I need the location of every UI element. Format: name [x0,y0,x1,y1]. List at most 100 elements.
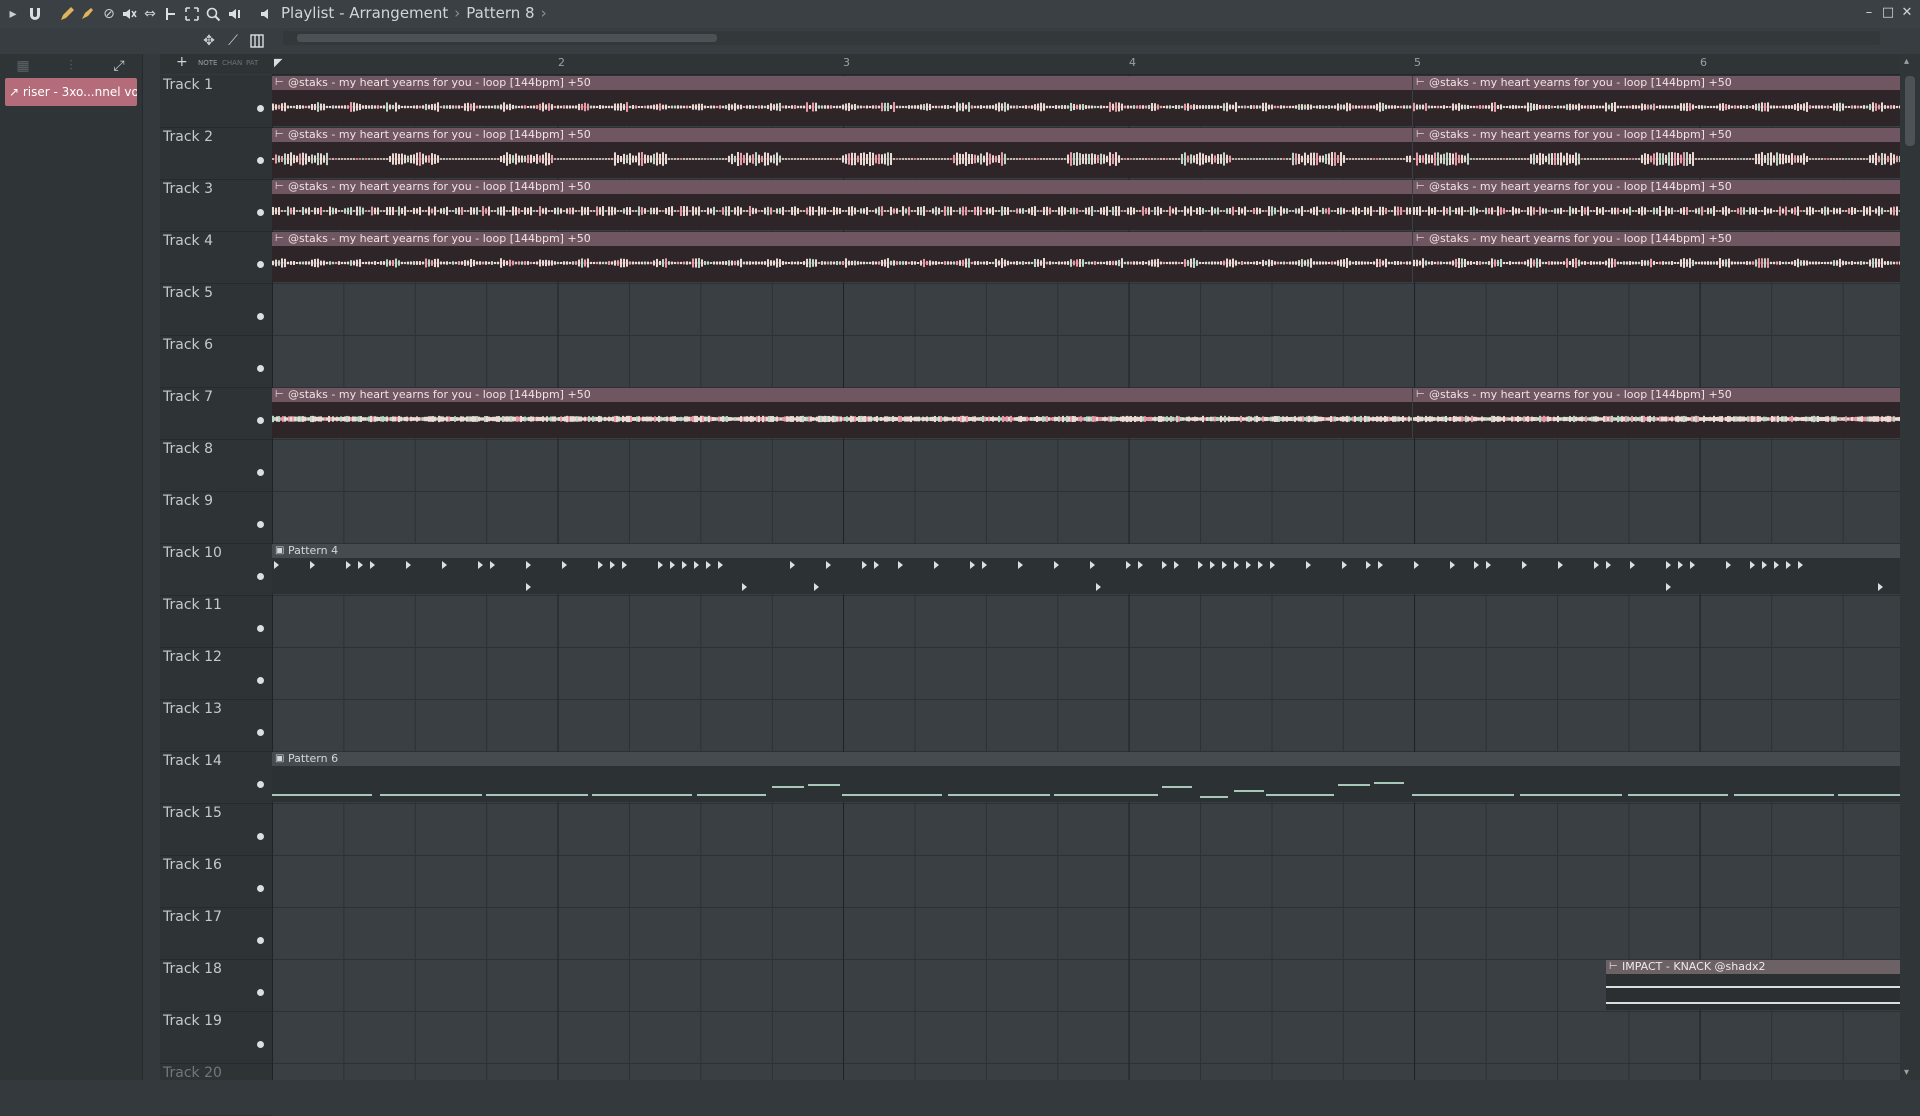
draw-icon[interactable]: ⟋ [224,32,242,50]
tab-note[interactable]: NOTE [198,59,217,67]
clip-menu-icon[interactable]: ⊢ [1416,76,1425,90]
track-enable-dot[interactable] [257,1041,264,1048]
clip-menu-icon[interactable]: ⊢ [275,76,284,90]
track-enable-dot[interactable] [257,729,264,736]
clip-menu-icon[interactable]: ⊢ [1416,388,1425,402]
scroll-up-icon[interactable]: ▴ [1904,56,1909,67]
delete-icon[interactable]: ⊘ [100,5,118,23]
mute-icon[interactable] [120,5,138,23]
clip-menu-icon[interactable]: ⊢ [1416,180,1425,194]
grid-icon[interactable]: ▦ [14,57,32,75]
track-header[interactable]: Track 12 [160,647,272,700]
vertical-scroll-thumb[interactable] [1905,76,1915,146]
clip-menu-icon[interactable]: ⊢ [1416,232,1425,246]
track-header[interactable]: Track 18 [160,959,272,1012]
audio-clip[interactable]: ⊢ @staks - my heart yearns for you - loop… [272,76,1412,126]
track-enable-dot[interactable] [257,313,264,320]
pattern-icon[interactable]: ▣ [275,752,284,766]
track-enable-dot[interactable] [257,157,264,164]
track-enable-dot[interactable] [257,521,264,528]
tab-chan[interactable]: CHAN [222,59,242,67]
track-enable-dot[interactable] [257,625,264,632]
paint-brush-icon[interactable] [78,5,96,23]
track-header[interactable]: Track 2 [160,127,272,180]
track-header[interactable]: Track 16 [160,855,272,908]
track-enable-dot[interactable] [257,105,264,112]
magnet-icon[interactable] [26,5,44,23]
horizontal-scroll-thumb[interactable] [297,34,717,42]
track-header[interactable]: Track 10 [160,543,272,596]
track-header[interactable]: Track 15 [160,803,272,856]
slice-icon[interactable] [162,5,180,23]
track-header[interactable]: Track 20 [160,1063,272,1116]
track-enable-dot[interactable] [257,885,264,892]
track-header[interactable]: Track 19 [160,1011,272,1064]
track-header[interactable]: Track 17 [160,907,272,960]
track-header[interactable]: Track 1 [160,75,272,128]
automation-clip-item[interactable]: ↗ riser - 3xo...nnel volume [5,78,137,106]
playhead-marker-icon[interactable]: ◤ [274,56,282,69]
timeline-ruler[interactable]: ◤ 2 3 4 5 6 [272,54,1900,75]
track-header[interactable]: Track 6 [160,335,272,388]
audio-clip[interactable]: ⊢ @staks - my heart yearns for you - loop… [272,388,1412,438]
automation-icon[interactable]: ⤢ [110,57,128,75]
track-enable-dot[interactable] [257,469,264,476]
track-header[interactable]: Track 5 [160,283,272,336]
track-enable-dot[interactable] [257,365,264,372]
clip-menu-icon[interactable]: ⊢ [275,128,284,142]
track-enable-dot[interactable] [257,573,264,580]
track-enable-dot[interactable] [257,417,264,424]
impact-clip[interactable]: ⊢ IMPACT - KNACK @shadx2 [1606,960,1900,1010]
playlist-grid[interactable]: ⊢ @staks - my heart yearns for you - loop… [272,75,1900,1080]
audio-clip[interactable]: ⊢ @staks - my heart yearns for you - loop… [272,232,1412,282]
audio-clip[interactable]: ⊢ @staks - my heart yearns for you - loop… [1413,388,1900,438]
pattern-arrow-icon[interactable]: › [541,4,547,22]
track-header[interactable]: Track 4 [160,231,272,284]
track-header[interactable]: Track 8 [160,439,272,492]
add-track-button[interactable]: + [176,54,188,70]
audio-clip[interactable]: ⊢ @staks - my heart yearns for you - loop… [1413,128,1900,178]
clip-menu-icon[interactable]: ⊢ [1416,128,1425,142]
vertical-scrollbar[interactable]: ▴ ▾ [1900,54,1920,1080]
slip-icon[interactable]: ⇔ [141,5,159,23]
clip-menu-icon[interactable]: ⊢ [1609,960,1618,974]
pencil-icon[interactable] [58,5,76,23]
track-enable-dot[interactable] [257,937,264,944]
audio-clip[interactable]: ⊢ @staks - my heart yearns for you - loop… [272,128,1412,178]
track-enable-dot[interactable] [257,261,264,268]
minimize-button[interactable]: – [1860,3,1878,23]
piano-icon[interactable] [248,32,266,50]
track-header[interactable]: Track 13 [160,699,272,752]
track-enable-dot[interactable] [257,209,264,216]
audio-clip[interactable]: ⊢ @staks - my heart yearns for you - loop… [1413,76,1900,126]
audio-clip[interactable]: ⊢ @staks - my heart yearns for you - loop… [1413,232,1900,282]
horizontal-scrollbar[interactable] [283,31,1880,45]
maximize-button[interactable]: □ [1879,3,1897,23]
track-enable-dot[interactable] [257,677,264,684]
clip-menu-icon[interactable]: ⊢ [275,232,284,246]
track-enable-dot[interactable] [257,833,264,840]
waveform-icon[interactable]: ⫶ [62,57,80,75]
speaker-icon[interactable] [258,5,276,23]
select-icon[interactable] [183,5,201,23]
track-header[interactable]: Track 11 [160,595,272,648]
zoom-icon[interactable] [204,5,222,23]
pattern-clip[interactable]: ▣ Pattern 6 [272,752,1900,802]
snap-icon[interactable]: ✥ [200,32,218,50]
track-header[interactable]: Track 9 [160,491,272,544]
clip-menu-icon[interactable]: ⊢ [275,180,284,194]
scroll-down-icon[interactable]: ▾ [1904,1067,1909,1078]
close-button[interactable]: ✕ [1898,3,1916,23]
clip-menu-icon[interactable]: ⊢ [275,388,284,402]
track-header[interactable]: Track 14 [160,751,272,804]
track-header[interactable]: Track 3 [160,179,272,232]
pattern-selector[interactable]: Pattern 8 [466,4,534,22]
pattern-icon[interactable]: ▣ [275,544,284,558]
audio-clip[interactable]: ⊢ @staks - my heart yearns for you - loop… [1413,180,1900,230]
track-header[interactable]: Track 7 [160,387,272,440]
pattern-clip[interactable]: ▣ Pattern 4 [272,544,1900,594]
track-enable-dot[interactable] [257,781,264,788]
tab-pat[interactable]: PAT [246,59,258,67]
menu-arrow-icon[interactable]: ▸ [4,5,22,23]
track-enable-dot[interactable] [257,989,264,996]
